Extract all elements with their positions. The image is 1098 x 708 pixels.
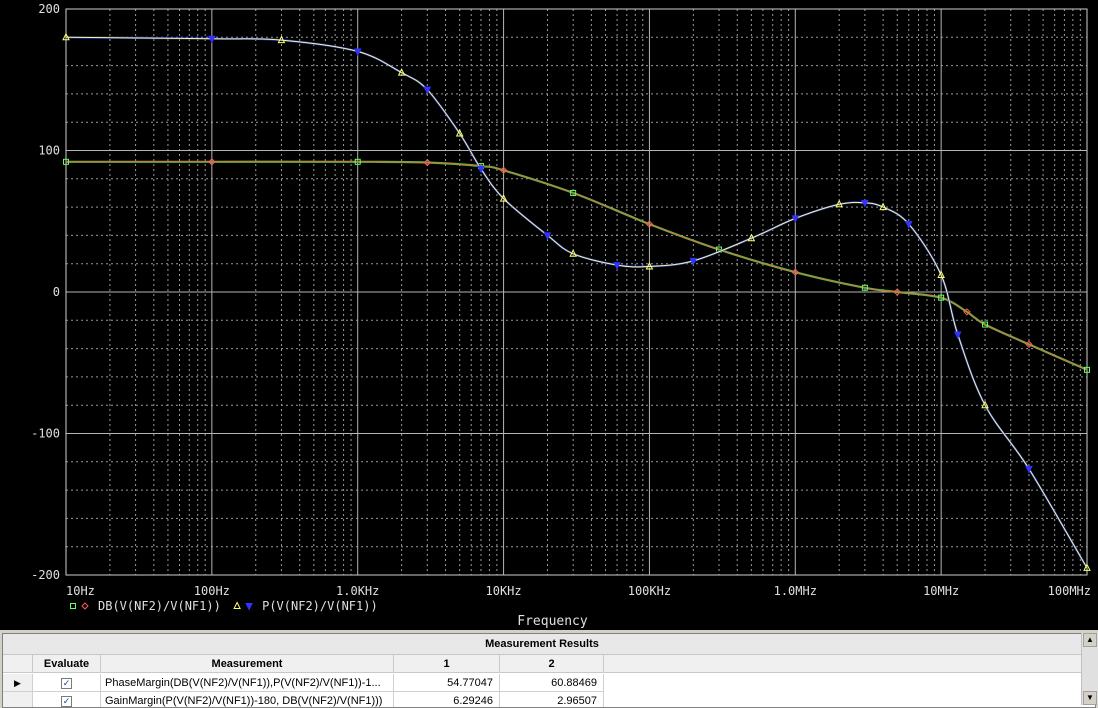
col1-header[interactable]: 1 <box>394 655 500 673</box>
measurement-row[interactable]: ✓ GainMargin(P(V(NF2)/V(NF1))-180, DB(V(… <box>3 692 1081 707</box>
x-tick-label: 10KHz <box>486 584 522 598</box>
evaluate-checkbox[interactable]: ✓ <box>61 678 72 689</box>
measurement-value-2: 2.96507 <box>500 692 604 707</box>
evaluate-cell: ✓ <box>33 674 101 692</box>
x-tick-label: 100Hz <box>194 584 230 598</box>
col2-header[interactable]: 2 <box>500 655 604 673</box>
evaluate-checkbox[interactable]: ✓ <box>61 696 72 707</box>
empty-header <box>604 655 1081 673</box>
y-tick-label: 100 <box>38 144 60 158</box>
evaluate-column-header[interactable]: Evaluate <box>33 655 101 673</box>
legend-label: P(V(NF2)/V(NF1)) <box>262 599 378 613</box>
x-tick-label: 10MHz <box>923 584 959 598</box>
results-vertical-scrollbar[interactable]: ▲ ▼ <box>1081 633 1098 705</box>
plot-background <box>0 0 1098 630</box>
y-tick-label: 200 <box>38 2 60 16</box>
measurement-expression[interactable]: GainMargin(P(V(NF2)/V(NF1))-180, DB(V(NF… <box>101 692 394 707</box>
x-axis-label: Frequency <box>517 614 588 629</box>
evaluate-cell: ✓ <box>33 692 101 707</box>
x-tick-label: 1.0MHz <box>774 584 817 598</box>
y-tick-label: 0 <box>53 285 60 299</box>
measurement-expression[interactable]: PhaseMargin(DB(V(NF2)/V(NF1)),P(V(NF2)/V… <box>101 674 394 692</box>
row-selector[interactable] <box>3 692 33 707</box>
measurement-value-1: 6.29246 <box>394 692 500 707</box>
measurement-value-2: 60.88469 <box>500 674 604 692</box>
measurement-row[interactable]: ▶ ✓ PhaseMargin(DB(V(NF2)/V(NF1)),P(V(NF… <box>3 674 1081 692</box>
y-tick-label: -200 <box>31 568 60 582</box>
x-tick-label: 100KHz <box>628 584 671 598</box>
scroll-down-icon[interactable]: ▼ <box>1083 691 1097 705</box>
x-tick-label: 100MHz <box>1048 584 1091 598</box>
probe-plot-window[interactable]: 200 100 0 -100 -200 10Hz 100Hz 1.0KHz 10KHz 100KH… <box>0 0 1098 630</box>
bode-plot: 200 100 0 -100 -200 10Hz 100Hz 1.0KHz 10KHz 100KH… <box>0 0 1098 630</box>
y-tick-label: -100 <box>31 427 60 441</box>
row-selector-header <box>3 655 33 673</box>
x-tick-label: 10Hz <box>66 584 95 598</box>
row-selector-arrow[interactable]: ▶ <box>3 674 33 692</box>
x-tick-label: 1.0KHz <box>336 584 379 598</box>
measurement-column-header[interactable]: Measurement <box>101 655 394 673</box>
measurement-results-grid: Measurement Results Evaluate Measurement… <box>2 633 1096 708</box>
measurement-results-panel: Measurement Results Evaluate Measurement… <box>0 630 1098 708</box>
legend-label: DB(V(NF2)/V(NF1)) <box>98 599 221 613</box>
measurement-results-title: Measurement Results <box>3 634 1081 655</box>
measurement-value-1: 54.77047 <box>394 674 500 692</box>
scroll-up-icon[interactable]: ▲ <box>1083 633 1097 647</box>
